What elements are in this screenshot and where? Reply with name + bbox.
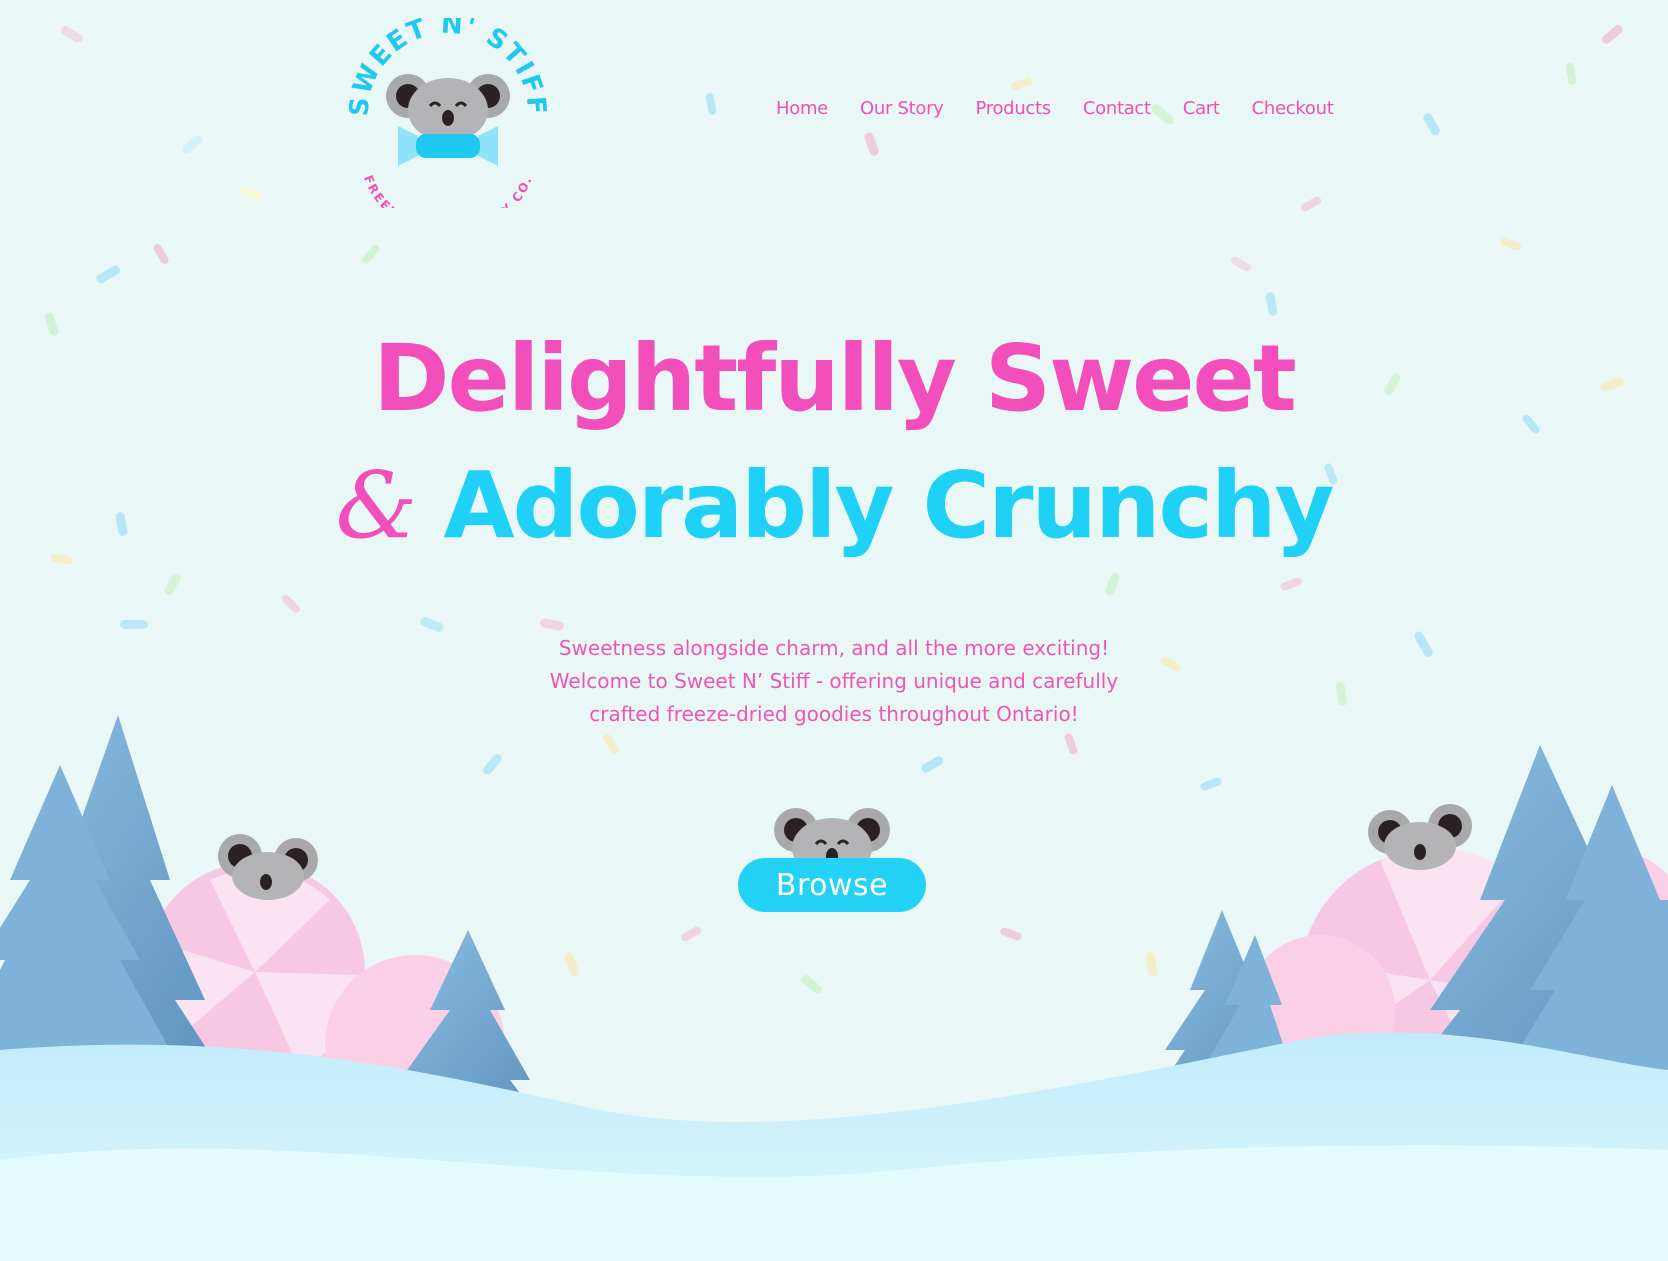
tagline-line: Sweetness alongside charm, and all the m… — [558, 636, 1110, 660]
nav-contact[interactable]: Contact — [1083, 98, 1151, 119]
brand-logo[interactable]: SWEET N' STIFF FREEZE DRIED CANDY CO. — [348, 18, 548, 208]
main-nav: Home Our Story Products Contact Cart Che… — [776, 98, 1334, 119]
hero-headline-line2: & Adorably Crunchy — [0, 452, 1668, 559]
svg-text:FREEZE DRIED CANDY CO.: FREEZE DRIED CANDY CO. — [361, 173, 535, 208]
browse-cta: Browse — [738, 800, 926, 912]
nav-products[interactable]: Products — [976, 98, 1052, 119]
ampersand-glyph: & — [335, 452, 418, 559]
tagline-line: Welcome to Sweet N’ Stiff - offering uni… — [549, 669, 1119, 693]
nav-checkout[interactable]: Checkout — [1252, 98, 1334, 119]
nav-home[interactable]: Home — [776, 98, 828, 119]
nav-our-story[interactable]: Our Story — [860, 98, 944, 119]
hero-background — [0, 25, 1668, 1261]
tagline-line: crafted freeze-dried goodies throughout … — [589, 702, 1079, 726]
hero-headline-line2-text: Adorably Crunchy — [443, 452, 1334, 559]
hero-tagline: Sweetness alongside charm, and all the m… — [0, 632, 1668, 731]
hero-headline-line1: Delightfully Sweet — [373, 325, 1297, 432]
browse-button[interactable]: Browse — [738, 858, 926, 912]
brand-sub-arc: FREEZE DRIED CANDY CO. — [361, 173, 533, 208]
nav-cart[interactable]: Cart — [1183, 98, 1220, 119]
